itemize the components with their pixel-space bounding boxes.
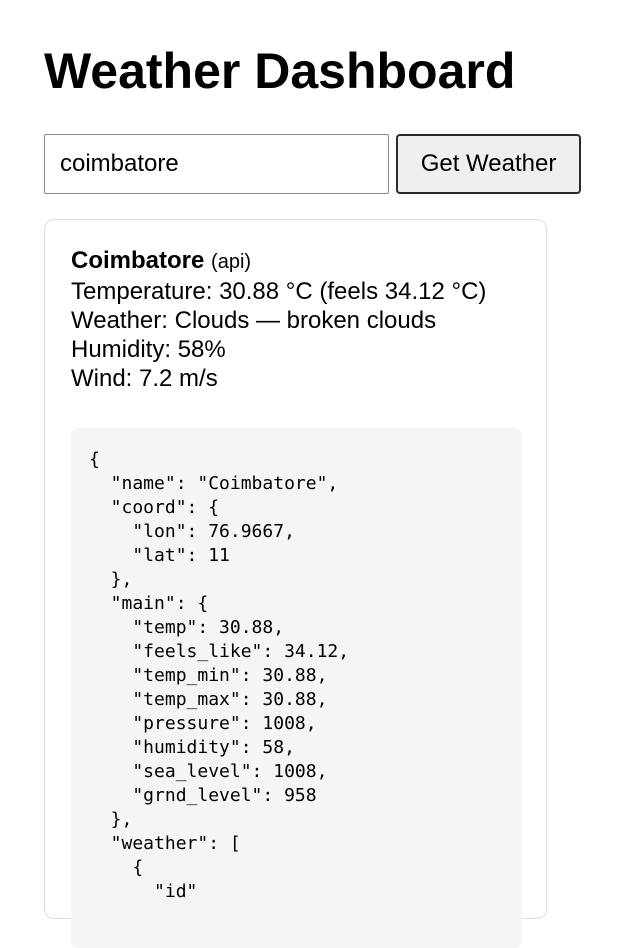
city-name: Coimbatore	[71, 247, 205, 274]
raw-json-output: { "name": "Coimbatore", "coord": { "lon"…	[71, 428, 522, 948]
data-source-label: (api)	[211, 251, 252, 273]
weather-dashboard-page: Weather Dashboard Get Weather Coimbatore…	[0, 0, 621, 948]
weather-line: Weather: Clouds — broken clouds	[71, 307, 437, 334]
city-line: Coimbatore (api)	[71, 246, 486, 277]
wind-line: Wind: 7.2 m/s	[71, 365, 218, 392]
weather-result-card: Coimbatore (api) Temperature: 30.88 °C (…	[44, 219, 547, 948]
page-title: Weather Dashboard	[44, 43, 516, 99]
get-weather-button[interactable]: Get Weather	[396, 134, 581, 194]
city-search-input[interactable]	[44, 134, 389, 194]
weather-summary: Coimbatore (api) Temperature: 30.88 °C (…	[71, 246, 486, 393]
humidity-line: Humidity: 58%	[71, 336, 226, 363]
temperature-line: Temperature: 30.88 °C (feels 34.12 °C)	[71, 278, 487, 305]
